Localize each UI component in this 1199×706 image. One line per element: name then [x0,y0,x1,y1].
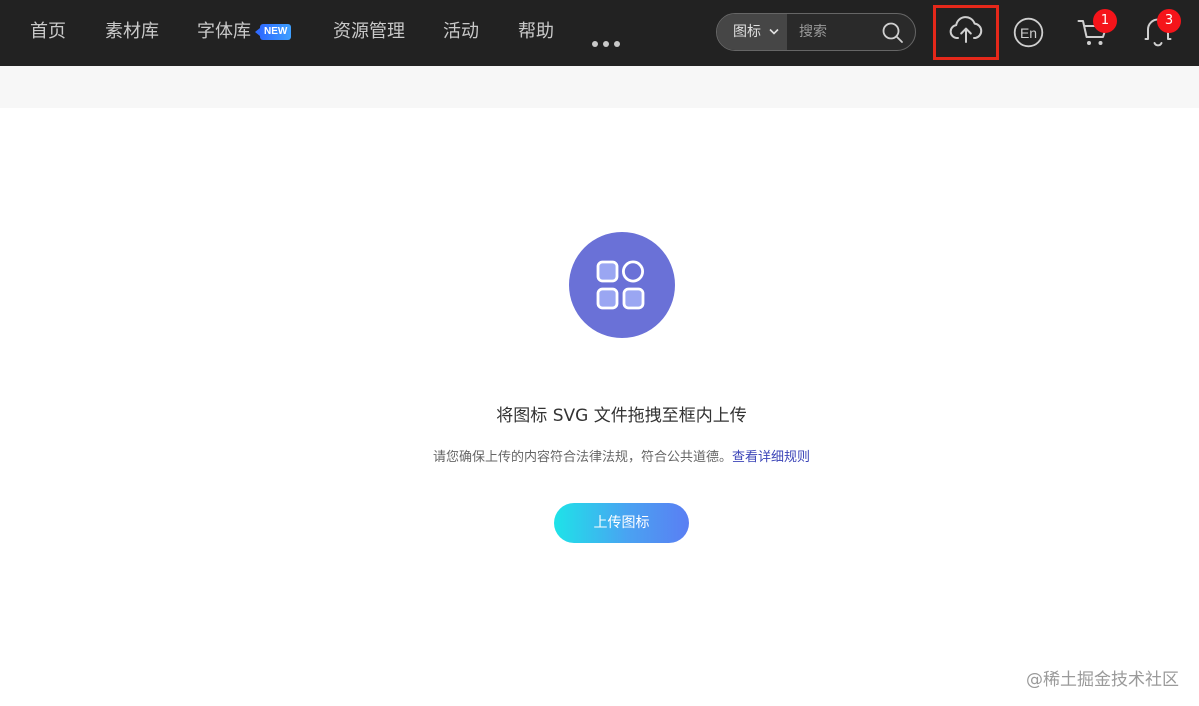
sub-header-bar [0,66,1199,108]
cart-count-badge: 1 [1093,9,1117,33]
notice-text: 请您确保上传的内容符合法律法规，符合公共道德。 [432,450,732,465]
search-box: 图标 [716,13,916,51]
cloud-upload-icon[interactable] [948,14,984,50]
nav-item-resource-management[interactable]: 资源管理 [333,0,405,66]
upload-dropzone-icon [569,232,675,338]
search-category-select[interactable]: 图标 [717,14,787,50]
top-nav-bar: 首页 素材库 字体库 NEW 资源管理 活动 帮助 图标 En [0,0,1199,66]
new-badge: NEW [254,24,292,40]
search-icon[interactable] [881,21,905,49]
nav-item-fonts[interactable]: 字体库 [197,0,251,66]
dropzone-title: 将图标 SVG 文件拖拽至框内上传 [496,406,747,426]
language-toggle-button[interactable]: En [1013,17,1044,52]
search-category-label: 图标 [733,24,761,40]
upload-notice: 请您确保上传的内容符合法律法规，符合公共道德。查看详细规则 [0,446,1199,465]
language-label: En [1020,25,1037,41]
chevron-down-icon [769,28,779,35]
more-icon[interactable] [592,32,625,47]
notification-count-badge: 3 [1157,9,1181,33]
nav-item-activities[interactable]: 活动 [443,0,479,66]
search-input[interactable] [787,14,877,50]
nav-item-help[interactable]: 帮助 [518,0,554,66]
grid-apps-icon [596,260,645,310]
nav-item-materials[interactable]: 素材库 [105,0,159,66]
view-rules-link[interactable]: 查看详细规则 [732,450,810,465]
nav-item-home[interactable]: 首页 [30,0,66,66]
upload-icon-button[interactable]: 上传图标 [554,503,689,543]
watermark: @稀土掘金技术社区 [1026,670,1179,690]
